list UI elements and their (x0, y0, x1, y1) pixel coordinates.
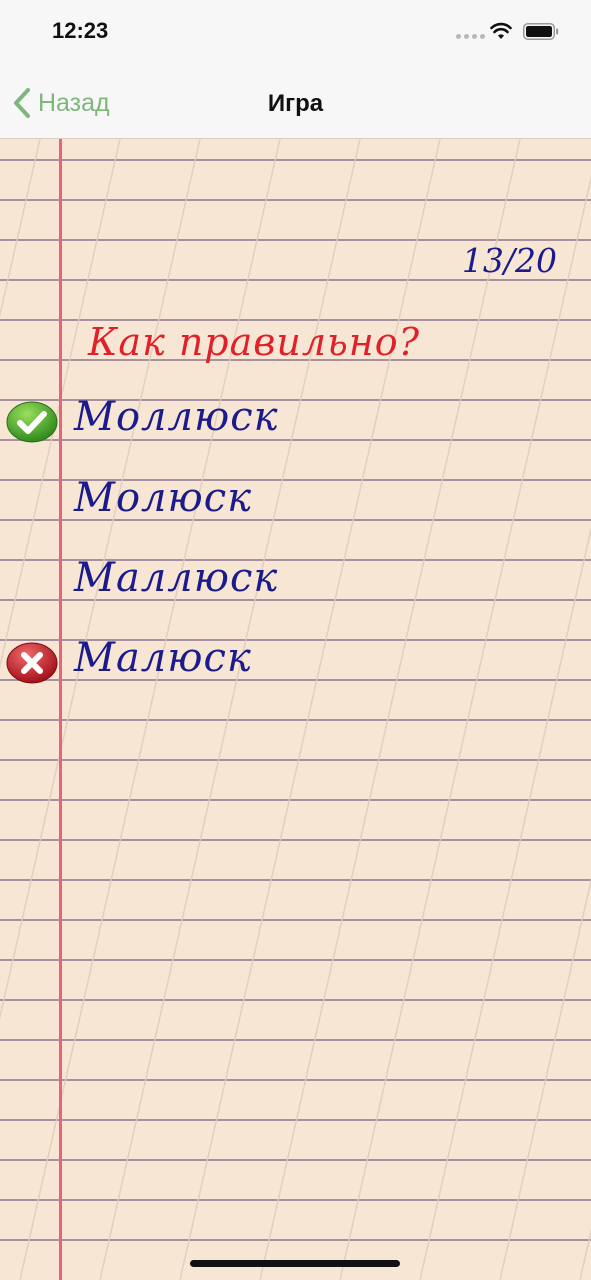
cellular-signal-icon (456, 34, 485, 39)
wifi-icon (490, 22, 512, 39)
score-counter: 13/20 (461, 241, 557, 280)
answer-option-1[interactable]: Моллюск (74, 394, 278, 440)
answer-option-4[interactable]: Малюск (74, 635, 252, 681)
correct-check-icon (6, 401, 58, 443)
answer-option-3[interactable]: Маллюск (74, 555, 278, 601)
game-screen: 12:23 Назад Игра 13/20 Как правильно? Мо… (0, 0, 591, 1280)
navigation-bar: Назад Игра (0, 66, 591, 139)
wrong-cross-icon (6, 642, 58, 684)
battery-icon (523, 23, 559, 40)
page-title: Игра (267, 90, 324, 117)
status-bar: 12:23 (0, 0, 591, 66)
home-indicator (190, 1260, 400, 1267)
answer-option-2[interactable]: Молюск (74, 475, 252, 521)
status-time: 12:23 (52, 18, 109, 43)
question-text: Как правильно? (88, 320, 421, 364)
margin-line (59, 139, 62, 1280)
slant-guide-lines (0, 139, 591, 1280)
notebook-paper (0, 139, 591, 1280)
